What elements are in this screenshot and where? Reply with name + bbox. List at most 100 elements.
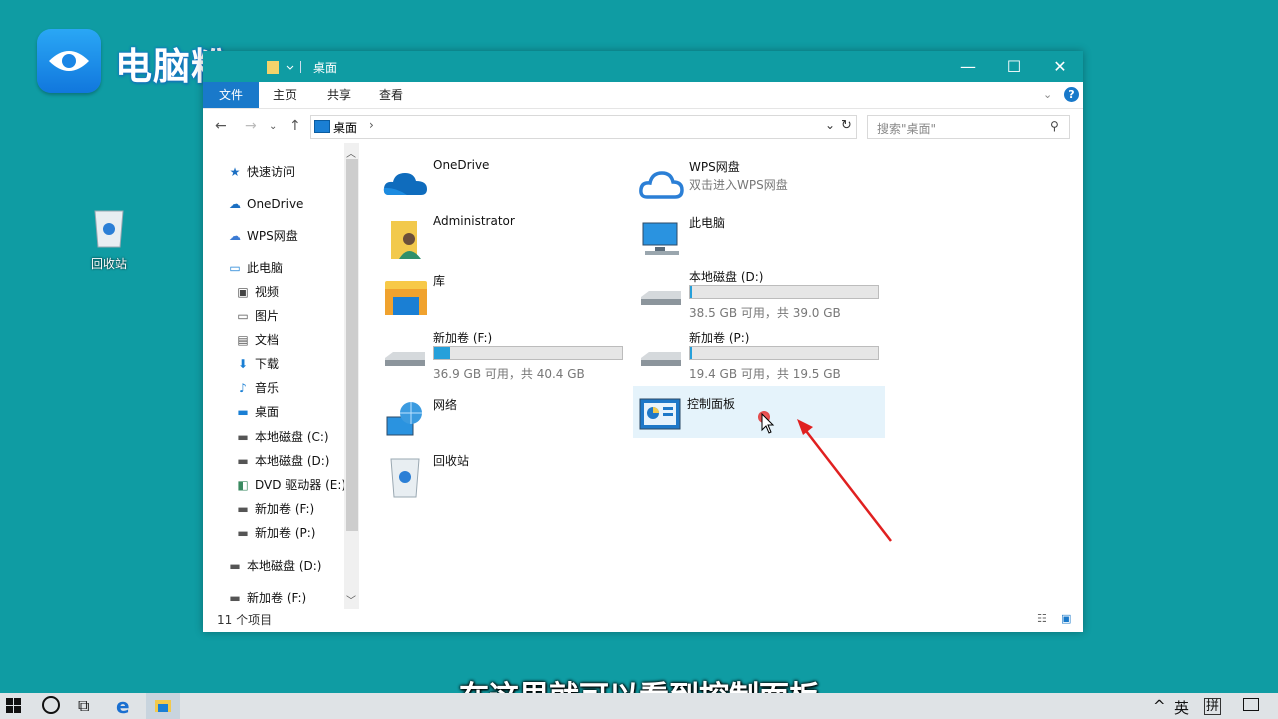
library-folder-icon [385,281,427,315]
explorer-window: 桌面 — ☐ ✕ 文件 主页 共享 查看 ⌄ ? ← → ⌄ ↑ 桌面 › ⌄ … [203,51,1083,632]
taskbar: ⧉ e ^ 英 拼 [0,693,1278,719]
address-bar[interactable]: 桌面 › ⌄ ↻ [310,115,857,139]
large-icons-view-icon[interactable]: ▣ [1061,612,1071,625]
item-administrator[interactable]: Administrator [379,213,629,265]
drive-icon: ▬ [237,430,249,444]
item-library[interactable]: 库 [379,271,629,323]
tab-home[interactable]: 主页 [263,82,307,108]
drive-icon: ▬ [237,454,249,468]
nav-item-drive-p[interactable]: ▬ 新加卷 (P:) [235,521,315,545]
tray-expand-icon[interactable]: ^ [1153,697,1166,715]
dvd-icon: ◧ [237,478,249,492]
item-drive-f[interactable]: 新加卷 (F:) 36.9 GB 可用，共 40.4 GB [379,328,629,381]
tray-ime[interactable]: 拼 [1204,698,1222,715]
nav-item-documents[interactable]: ▤ 文档 [235,328,279,352]
start-windows-icon[interactable] [6,698,22,718]
search-placeholder: 搜索"桌面" [877,122,937,136]
edge-browser-icon[interactable]: e [116,694,130,718]
desktop-icon: ▬ [237,405,249,419]
mouse-cursor-icon [761,413,775,434]
item-drive-d[interactable]: 本地磁盘 (D:) 38.5 GB 可用，共 39.0 GB [635,267,885,320]
refresh-icon[interactable]: ↻ [841,118,852,133]
close-button[interactable]: ✕ [1037,51,1083,82]
nav-item-wps[interactable]: ☁ WPS网盘 [227,224,298,248]
maximize-button[interactable]: ☐ [991,51,1037,82]
nav-scrollbar-thumb[interactable] [346,159,358,531]
tab-file[interactable]: 文件 [203,82,259,108]
scroll-down-icon[interactable]: ﹀ [346,592,356,607]
search-icon[interactable]: ⚲ [1050,119,1059,133]
nav-item-drive-f-2[interactable]: ▬ 新加卷 (F:) [227,586,306,610]
search-input[interactable]: 搜索"桌面" ⚲ [867,115,1070,139]
cortana-search-icon[interactable] [42,696,60,714]
folder-icon [267,59,307,79]
address-row: ← → ⌄ ↑ 桌面 › ⌄ ↻ 搜索"桌面" ⚲ [203,109,1083,143]
scroll-up-icon[interactable]: ︿ [346,145,356,160]
onedrive-cloud-icon [383,173,427,195]
tab-share[interactable]: 共享 [317,82,361,108]
up-arrow-icon[interactable]: ↑ [289,118,301,134]
user-folder-icon [391,221,421,259]
status-item-count: 11 个项目 [217,613,273,627]
nav-item-quick-access[interactable]: ★ 快速访问 [227,160,295,184]
nav-item-desktop[interactable]: ▬ 桌面 [235,400,279,424]
address-location: 桌面 [333,121,358,135]
recent-dropdown-icon[interactable]: ⌄ [269,121,277,132]
ribbon-expand-icon[interactable]: ⌄ [1043,88,1052,101]
explorer-taskbar-button[interactable] [146,693,180,719]
item-drive-p[interactable]: 新加卷 (P:) 19.4 GB 可用，共 19.5 GB [635,328,885,381]
nav-item-pictures[interactable]: ▭ 图片 [235,304,279,328]
drive-icon: ▬ [229,559,241,573]
nav-item-this-pc[interactable]: ▭ 此电脑 [227,256,283,280]
cloud-icon: ☁ [229,197,241,211]
control-panel-icon [639,398,681,430]
music-icon: ♪ [239,381,247,395]
item-recycle-bin[interactable]: 回收站 [379,451,629,503]
item-wps-drive[interactable]: WPS网盘 双击进入WPS网盘 [635,157,885,209]
drive-f-usage-bar [433,346,623,360]
file-explorer-icon [155,700,171,712]
computer-icon [642,222,679,255]
navigation-pane: ★ 快速访问 ☁ OneDrive ☁ WPS网盘 ▭ 此电脑 ▣ 视频 ▭ 图片 ▤ 文档 … [203,143,360,609]
drive-icon: ▬ [229,591,241,605]
item-onedrive[interactable]: OneDrive [379,157,629,209]
notification-center-icon[interactable] [1243,698,1259,711]
hard-drive-icon [641,291,681,305]
nav-item-onedrive[interactable]: ☁ OneDrive [227,192,303,216]
minimize-button[interactable]: — [945,51,991,82]
nav-item-drive-f[interactable]: ▬ 新加卷 (F:) [235,497,314,521]
nav-item-videos[interactable]: ▣ 视频 [235,280,279,304]
brand-logo-icon [37,29,101,93]
desktop-icon [314,120,330,133]
item-this-pc[interactable]: 此电脑 [635,213,885,265]
ribbon: 文件 主页 共享 查看 ⌄ ? [203,82,1083,109]
back-arrow-icon[interactable]: ← [215,118,227,134]
computer-icon: ▭ [229,261,241,275]
tab-view[interactable]: 查看 [369,82,413,108]
nav-item-drive-c[interactable]: ▬ 本地磁盘 (C:) [235,425,328,449]
tray-language[interactable]: 英 [1174,697,1189,718]
recycle-bin-label: 回收站 [90,257,127,271]
network-globe-icon [386,402,422,436]
nav-item-downloads[interactable]: ⬇ 下载 [235,352,279,376]
nav-item-dvd-e[interactable]: ◧ DVD 驱动器 (E:) [235,473,346,497]
task-view-icon[interactable]: ⧉ [78,696,89,716]
drive-icon: ▬ [237,502,249,516]
item-network[interactable]: 网络 [379,395,629,447]
picture-icon: ▭ [237,309,249,323]
nav-item-drive-d[interactable]: ▬ 本地磁盘 (D:) [235,449,329,473]
recycle-bin-icon [94,210,124,248]
annotation-arrow-icon [797,419,892,542]
help-icon[interactable]: ? [1064,87,1079,102]
breadcrumb-chevron-icon[interactable]: › [369,118,374,132]
nav-item-music[interactable]: ♪ 音乐 [235,376,279,400]
wps-cloud-icon [639,171,684,199]
forward-arrow-icon[interactable]: → [245,118,257,134]
drive-p-usage-fill [690,347,692,359]
address-dropdown-icon[interactable]: ⌄ [825,118,835,132]
drive-d-usage-fill [690,286,693,298]
details-view-icon[interactable]: ☷ [1037,612,1047,625]
drive-p-usage-bar [689,346,879,360]
desktop-recycle-bin[interactable]: 回收站 [82,205,136,272]
nav-item-drive-d-2[interactable]: ▬ 本地磁盘 (D:) [227,554,321,578]
